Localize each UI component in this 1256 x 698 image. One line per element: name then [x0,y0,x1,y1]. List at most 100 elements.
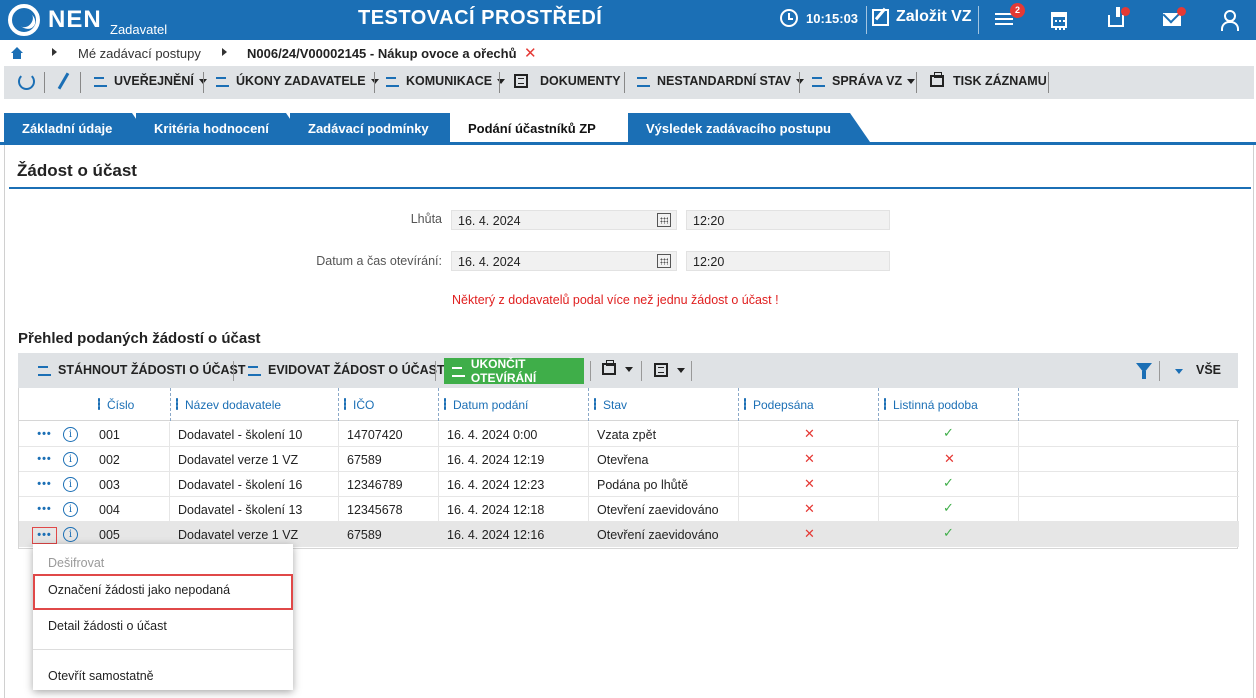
menu-dokumenty[interactable]: DOKUMENTY [512,74,621,88]
info-icon[interactable]: i [63,527,78,542]
column-header-listinna[interactable]: Listinná podoba [879,388,1019,421]
logo-subtitle: Zadavatel [110,22,168,37]
cell-datum: 16. 4. 2024 12:19 [447,453,545,467]
pencil-icon[interactable] [57,72,70,90]
divider [588,422,589,447]
menu-nestandardni-stav[interactable]: NESTANDARDNÍ STAV [637,74,805,88]
tab-podani-ucastniku[interactable]: Podání účastníků ZP [450,113,645,142]
divider [44,72,45,93]
row-actions-button[interactable]: ••• [32,502,57,519]
tab-vysledek-zadavaciho-postupu[interactable]: Výsledek zadávacího postupu [628,113,870,142]
row-actions-button[interactable]: ••• [32,527,57,544]
print-menu-button[interactable] [602,360,633,375]
tab-zakladni-udaje[interactable]: Základní údaje [4,113,152,142]
divider [338,472,339,497]
lhuta-date-field[interactable]: 16. 4. 2024 [451,210,677,230]
menu-item-mark-not-submitted[interactable]: Označení žádosti jako nepodaná [33,574,293,610]
info-icon[interactable]: i [63,427,78,442]
row-actions-button[interactable]: ••• [32,427,57,444]
list-icon [216,75,230,87]
table-row[interactable]: ••• i 004 Dodavatel - školení 13 1234567… [19,497,1239,522]
cell-stav: Vzata zpět [597,428,657,442]
divider [1018,472,1019,497]
column-header-stav[interactable]: Stav [589,388,739,421]
show-all-button[interactable]: VŠE [1196,363,1221,377]
cell-ico: 12346789 [347,478,403,492]
tab-zadavaci-podminky[interactable]: Zadávací podmínky [290,113,470,142]
table-row[interactable]: ••• i 001 Dodavatel - školení 10 1470742… [19,422,1239,447]
print-icon [930,72,944,87]
info-icon[interactable]: i [63,477,78,492]
list-icon [386,75,400,87]
column-header-podepsana[interactable]: Podepsána [739,388,879,421]
column-header-datum[interactable]: Datum podání [439,388,589,421]
list-icon [452,365,465,377]
otevirani-date-field[interactable]: 16. 4. 2024 [451,251,677,271]
calendar-icon[interactable] [657,213,671,227]
menu-sprava-vz[interactable]: SPRÁVA VZ [812,74,916,88]
logo-text: NEN [48,6,102,33]
menu-ukony-zadavatele[interactable]: ÚKONY ZADAVATELE [216,74,379,88]
table-row[interactable]: ••• i 002 Dodavatel verze 1 VZ 67589 16.… [19,447,1239,472]
inbox-icon[interactable] [1108,7,1124,27]
divider [978,6,979,34]
divider [438,522,439,547]
create-vz-button[interactable]: Založit VZ [872,8,972,26]
divider [438,447,439,472]
list-icon [637,75,651,87]
list-icon [94,75,108,87]
menu-tisk-zaznamu[interactable]: TISK ZÁZNAMU [930,72,1047,88]
column-header-nazev[interactable]: Název dodavatele [171,388,339,421]
menu-item-desifrovat: Dešifrovat [48,556,105,570]
cell-stav: Otevření zaevidováno [597,503,719,517]
chevron-down-icon[interactable] [1175,369,1183,374]
record-request-button[interactable]: EVIDOVAT ŽÁDOST O ÚČAST [248,363,445,377]
divider [1018,422,1019,447]
clock-icon [780,9,798,27]
column-header-cislo[interactable]: Číslo [93,388,171,421]
home-icon[interactable] [11,47,23,59]
divider [374,72,375,93]
menu-divider [33,649,293,650]
cell-cislo: 005 [99,528,120,542]
row-actions-button[interactable]: ••• [32,452,57,469]
menu-uverejneni[interactable]: UVEŘEJNĚNÍ [94,74,207,88]
otevirani-time-field[interactable]: 12:20 [686,251,890,271]
divider [1018,497,1019,522]
close-icon[interactable]: ✕ [524,44,537,62]
cell-ico: 12345678 [347,503,403,517]
menu-komunikace[interactable]: KOMUNIKACE [386,74,506,88]
download-requests-button[interactable]: STÁHNOUT ŽÁDOSTI O ÚČAST [38,363,246,377]
divider [80,72,81,93]
checkmark-icon: ✓ [943,500,954,515]
refresh-icon[interactable] [18,73,35,90]
row-actions-button[interactable]: ••• [32,477,57,494]
breadcrumb-item-my-procedures[interactable]: Mé zadávací postupy [78,46,201,61]
column-header-ico[interactable]: IČO [339,388,439,421]
calendar-icon[interactable] [657,254,671,268]
calculator-icon[interactable] [1051,12,1067,30]
record-request-label: EVIDOVAT ŽÁDOST O ÚČAST [268,363,445,377]
divider [438,422,439,447]
menu-tisk-label: TISK ZÁZNAMU [953,74,1047,88]
user-icon[interactable] [1219,10,1239,31]
table-row[interactable]: ••• i 003 Dodavatel - školení 16 1234678… [19,472,1239,497]
info-icon[interactable]: i [63,452,78,467]
divider [738,422,739,447]
divider [338,447,339,472]
tab-kriteria-hodnoceni[interactable]: Kritéria hodnocení [136,113,306,142]
export-menu-button[interactable] [654,363,685,377]
menu-item-open-standalone[interactable]: Otevřít samostatně [33,660,293,690]
document-icon [514,74,528,88]
divider [169,447,170,472]
info-icon[interactable]: i [63,502,78,517]
lhuta-time-field[interactable]: 12:20 [686,210,890,230]
filter-icon[interactable] [1136,363,1152,379]
divider [338,497,339,522]
inbox-alert-dot [1121,7,1130,16]
nen-logo[interactable]: NEN [8,3,102,37]
divider [169,472,170,497]
finish-opening-button[interactable]: UKONČIT OTEVÍRÁNÍ [444,357,584,385]
menu-item-request-detail[interactable]: Detail žádosti o účast [33,610,293,640]
divider [590,361,591,381]
